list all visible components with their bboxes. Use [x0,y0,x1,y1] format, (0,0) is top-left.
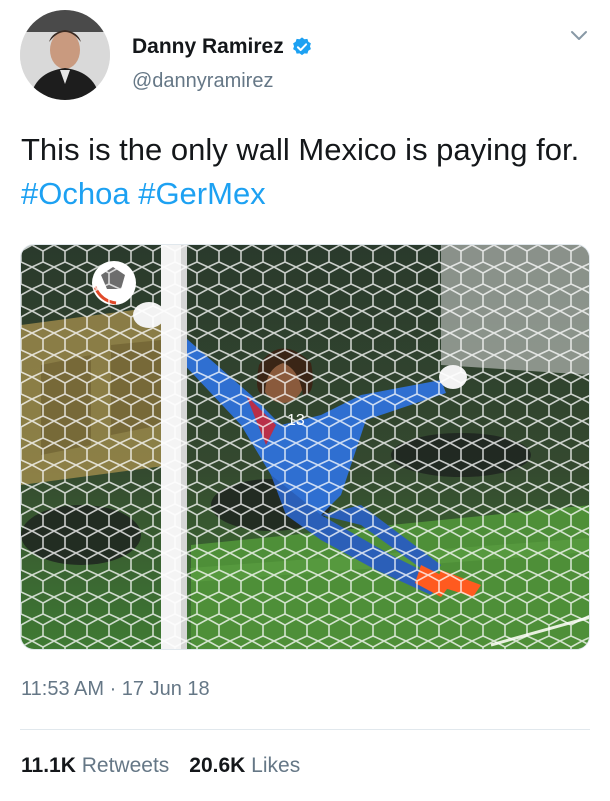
divider [20,729,590,730]
verified-badge-icon [291,36,313,58]
hashtag-germex[interactable]: #GerMex [138,176,265,211]
retweets-stat[interactable]: 11.1K Retweets [21,754,169,778]
chevron-down-icon[interactable] [568,24,590,46]
avatar-image [20,10,110,100]
name-row: Danny Ramirez [132,35,313,59]
hashtag-ochoa[interactable]: #Ochoa [21,176,130,211]
goalkeeper-photo: 13 [21,245,589,649]
tweet-body: This is the only wall Mexico is paying f… [21,132,580,167]
retweets-count: 11.1K [21,754,76,777]
tweet-text: This is the only wall Mexico is paying f… [21,128,581,216]
display-name[interactable]: Danny Ramirez [132,35,284,59]
tweet-header: Danny Ramirez @dannyramirez [20,10,590,102]
avatar[interactable] [20,10,110,100]
user-handle[interactable]: @dannyramirez [132,70,273,93]
engagement-stats: 11.1K Retweets 20.6K Likes [21,754,300,778]
tweet-timestamp[interactable]: 11:53 AM · 17 Jun 18 [21,678,210,701]
tweet-media[interactable]: 13 [20,244,590,650]
likes-stat[interactable]: 20.6K Likes [189,754,300,778]
likes-count: 20.6K [189,754,246,777]
retweets-label: Retweets [81,754,170,777]
likes-label: Likes [251,754,301,777]
